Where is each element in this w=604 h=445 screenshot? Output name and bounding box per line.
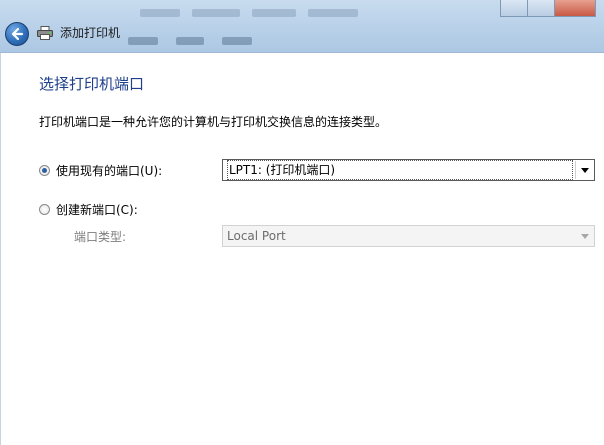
maximize-button[interactable] (527, 0, 555, 17)
port-type-value: Local Port (227, 229, 286, 243)
use-existing-port-radio[interactable] (39, 164, 50, 176)
window-controls[interactable] (500, 0, 596, 18)
use-existing-port-option[interactable]: 使用现有的端口(U): (39, 162, 162, 178)
printer-icon (37, 26, 53, 40)
background-menu-bar (128, 30, 270, 45)
use-existing-port-label: 使用现有的端口(U): (56, 163, 163, 178)
create-new-port-label: 创建新端口(C): (56, 202, 138, 217)
page-description: 打印机端口是一种允许您的计算机与打印机交换信息的连接类型。 (39, 115, 388, 129)
create-new-port-radio[interactable] (39, 203, 50, 215)
port-type-select[interactable]: Local Port (222, 225, 595, 247)
existing-port-value: LPT1: (打印机端口) (227, 160, 573, 180)
existing-port-select[interactable]: LPT1: (打印机端口) (222, 159, 595, 181)
port-type-label: 端口类型: (74, 230, 127, 244)
background-breadcrumb (140, 2, 500, 17)
wizard-title: 添加打印机 (60, 26, 121, 40)
back-arrow-icon (11, 27, 24, 41)
minimize-button[interactable] (500, 0, 528, 17)
chevron-down-icon[interactable] (575, 161, 593, 179)
chevron-down-icon (576, 227, 593, 245)
close-button[interactable] (554, 0, 596, 17)
back-button[interactable] (5, 22, 29, 46)
page-heading: 选择打印机端口 (39, 75, 145, 93)
title-bar: 添加打印机 (0, 0, 604, 53)
add-printer-window: 添加打印机 选择打印机端口 打印机端口是一种允许您的计算机与打印机交换信息的连接… (0, 0, 604, 445)
window-border (0, 53, 1, 445)
create-new-port-option[interactable]: 创建新端口(C): (39, 201, 138, 217)
